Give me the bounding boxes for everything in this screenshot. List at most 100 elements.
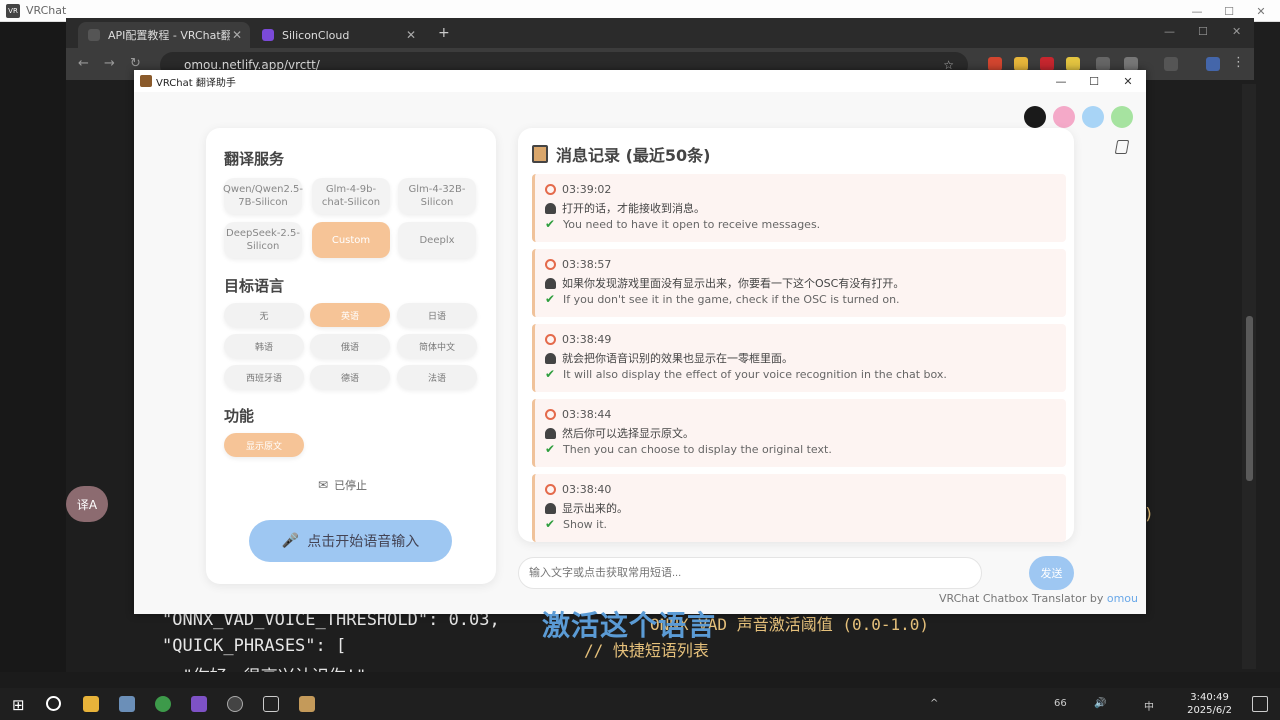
- ime-indicator[interactable]: 中: [1144, 698, 1154, 713]
- log-message: 03:39:02 打开的话，才能接收到消息。 ✔ You need to have…: [532, 174, 1066, 242]
- browser-close-button[interactable]: ✕: [1232, 25, 1241, 38]
- extension-icon[interactable]: [1040, 57, 1054, 71]
- start-windows-icon[interactable]: ⊞: [12, 696, 25, 714]
- clock-time: 3:40:49: [1190, 692, 1229, 703]
- message-translation: If you don't see it in the game, check i…: [563, 292, 900, 306]
- translate-icon: 译A: [76, 497, 98, 512]
- new-tab-button[interactable]: +: [438, 25, 450, 41]
- vrchat-taskbar-icon[interactable]: [263, 696, 279, 712]
- profile-avatar-icon[interactable]: [1206, 57, 1220, 71]
- app-maximize-button[interactable]: ☐: [1077, 70, 1111, 92]
- app-taskbar-icon[interactable]: [119, 696, 135, 712]
- check-icon: ✔: [545, 517, 556, 531]
- vrchat-logo-icon: VR: [6, 3, 20, 18]
- editor-gutter: [0, 22, 66, 672]
- service-option-deeplx[interactable]: Deeplx: [398, 222, 476, 258]
- settings-panel: 翻译服务 Qwen/Qwen2.5-7B-Silicon Glm-4-9b-ch…: [206, 128, 496, 584]
- translation-service-heading: 翻译服务: [224, 150, 285, 168]
- tab-label: SiliconCloud: [282, 28, 350, 42]
- tab-close-icon[interactable]: ✕: [406, 28, 416, 42]
- theme-green-swatch[interactable]: [1111, 106, 1133, 128]
- show-original-toggle[interactable]: 显示原文: [224, 433, 304, 457]
- code-line: "QUICK_PHRASES": [: [162, 636, 347, 656]
- language-option-chinese[interactable]: 简体中文: [397, 334, 477, 358]
- language-option-korean[interactable]: 韩语: [224, 334, 304, 358]
- video-subtitle: 激活这个语言: [542, 609, 717, 642]
- extension-icon[interactable]: [1066, 57, 1080, 71]
- message-translation: Then you can choose to display the origi…: [563, 442, 832, 456]
- message-time: 03:38:40: [562, 483, 612, 496]
- system-clock[interactable]: 3:40:49 2025/6/2: [1187, 691, 1232, 717]
- message-log-title: 消息记录 (最近50条): [532, 142, 710, 166]
- start-voice-input-button[interactable]: 🎤 点击开始语音输入: [249, 520, 452, 562]
- service-option-qwen[interactable]: Qwen/Qwen2.5-7B-Silicon: [223, 178, 303, 214]
- target-language-heading: 目标语言: [224, 277, 285, 295]
- microphone-icon: 🎤: [281, 533, 300, 549]
- language-option-french[interactable]: 法语: [397, 365, 477, 389]
- language-option-japanese[interactable]: 日语: [397, 303, 477, 327]
- message-log-panel: 消息记录 (最近50条) 03:39:02 打开的话，才能接收到消息。 ✔ You…: [518, 128, 1074, 542]
- service-option-glm-32b[interactable]: Glm-4-32B-Silicon: [398, 178, 476, 214]
- features-heading: 功能: [224, 407, 255, 425]
- back-icon[interactable]: ←: [78, 56, 89, 71]
- extension-icon[interactable]: [1014, 57, 1028, 71]
- app-title: VRChat 翻译助手: [156, 77, 236, 89]
- extension-icon[interactable]: [988, 57, 1002, 71]
- message-original: 如果你发现游戏里面没有显示出来，你要看一下这个OSC有没有打开。: [562, 277, 905, 290]
- forward-icon[interactable]: →: [104, 56, 115, 71]
- message-time: 03:38:57: [562, 258, 612, 271]
- author-link[interactable]: omou: [1107, 592, 1138, 605]
- app-taskbar-icon[interactable]: [227, 696, 243, 712]
- speaker-icon: [545, 502, 556, 514]
- translator-taskbar-icon[interactable]: [299, 696, 315, 712]
- alarm-clock-icon: [545, 184, 556, 195]
- log-message: 03:38:49 就会把你语音识别的效果也显示在一零框里面。 ✔ It will …: [532, 324, 1066, 392]
- message-time: 03:38:44: [562, 408, 612, 421]
- alarm-clock-icon: [545, 484, 556, 495]
- notification-icon[interactable]: [1252, 696, 1268, 712]
- app-minimize-button[interactable]: —: [1044, 70, 1078, 92]
- clipboard-icon[interactable]: [1114, 140, 1130, 154]
- extension-icon[interactable]: [1096, 57, 1110, 71]
- app-close-button[interactable]: ✕: [1111, 70, 1145, 92]
- theme-dark-swatch[interactable]: [1024, 106, 1046, 128]
- language-option-spanish[interactable]: 西班牙语: [224, 365, 304, 389]
- file-explorer-icon[interactable]: [83, 696, 99, 712]
- message-time: 03:39:02: [562, 183, 612, 196]
- language-option-none[interactable]: 无: [224, 303, 304, 327]
- tray-number: 66: [1054, 698, 1067, 709]
- speaker-icon: [545, 277, 556, 289]
- tab-close-icon[interactable]: ✕: [232, 28, 242, 42]
- send-button[interactable]: 发送: [1029, 556, 1074, 590]
- app-body: 翻译服务 Qwen/Qwen2.5-7B-Silicon Glm-4-9b-ch…: [134, 92, 1146, 614]
- service-option-deepseek[interactable]: DeepSeek-2.5-Silicon: [224, 222, 302, 258]
- browser-minimize-button[interactable]: —: [1164, 25, 1175, 38]
- tray-overflow-icon[interactable]: ^: [930, 698, 938, 709]
- language-option-english[interactable]: 英语: [310, 303, 390, 327]
- message-translation: It will also display the effect of your …: [563, 367, 947, 381]
- translate-floating-button[interactable]: 译A: [66, 486, 108, 522]
- check-icon: ✔: [545, 217, 556, 231]
- reload-icon[interactable]: ↻: [130, 56, 141, 71]
- tab-api-config[interactable]: API配置教程 - VRChat翻译工具 ✕: [78, 22, 250, 48]
- language-option-russian[interactable]: 俄语: [310, 334, 390, 358]
- tab-siliconcloud[interactable]: SiliconCloud ✕: [252, 22, 424, 48]
- visual-studio-icon[interactable]: [191, 696, 207, 712]
- browser-maximize-button[interactable]: ☐: [1198, 25, 1208, 38]
- search-circle-icon[interactable]: [46, 696, 61, 711]
- theme-pink-swatch[interactable]: [1053, 106, 1075, 128]
- service-option-custom[interactable]: Custom: [312, 222, 390, 258]
- message-original: 就会把你语音识别的效果也显示在一零框里面。: [562, 352, 793, 365]
- editor-scrollbar-thumb[interactable]: [1246, 316, 1253, 481]
- sidebar-toggle-icon[interactable]: [1164, 57, 1178, 71]
- volume-icon[interactable]: 🔊: [1094, 698, 1106, 709]
- chrome-icon[interactable]: [155, 696, 171, 712]
- browser-menu-icon[interactable]: ⋮: [1232, 55, 1245, 70]
- windows-taskbar: ⊞ ^ 66 🔊 中 3:40:49 2025/6/2: [0, 688, 1280, 720]
- theme-blue-swatch[interactable]: [1082, 106, 1104, 128]
- service-option-glm-9b[interactable]: Glm-4-9b-chat-Silicon: [312, 178, 390, 214]
- message-input[interactable]: [518, 557, 982, 589]
- footer-text: VRChat Chatbox Translator by: [939, 592, 1104, 605]
- language-option-german[interactable]: 德语: [310, 365, 390, 389]
- extensions-puzzle-icon[interactable]: [1124, 57, 1138, 71]
